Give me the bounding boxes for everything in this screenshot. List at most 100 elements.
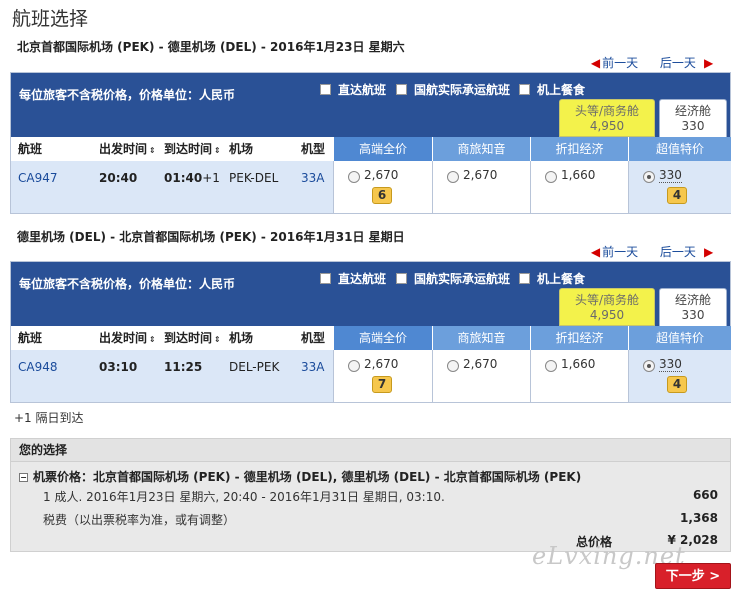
inbound-panel-bar: 每位旅客不含税价格，价格单位：人民币 直达航班 国航实际承运航班 机上餐食 头等…: [11, 262, 730, 326]
fare-header-special[interactable]: 超值特价: [628, 326, 731, 350]
arrive-time: 11:25: [164, 360, 203, 374]
col-depart[interactable]: 出发时间 ⇕: [99, 326, 156, 350]
fare-price: 330: [659, 168, 682, 183]
inbound-next-day-link[interactable]: 后一天: [660, 245, 696, 259]
col-flight: 航班: [18, 331, 43, 345]
fare-price: 1,660: [561, 168, 596, 182]
outbound-panel: 每位旅客不含税价格，价格单位：人民币 直达航班 国航实际承运航班 机上餐食 头等…: [10, 72, 731, 214]
inbound-prev-day-link[interactable]: ◀ 前一天: [591, 245, 638, 259]
cabin-tab-first[interactable]: 头等/商务舱 4,950: [559, 288, 655, 326]
next-arrow-icon: ◀: [703, 56, 713, 70]
checkbox-icon[interactable]: [320, 273, 331, 284]
fare-radio[interactable]: [447, 171, 459, 183]
fare-header-special[interactable]: 超值特价: [628, 137, 731, 161]
seats-left-badge: 4: [667, 187, 687, 204]
outbound-grid: 航班 出发时间 ⇕ 到达时间 ⇕ 机场 机型 高端全价 商旅知音 折扣经济 超值特价…: [11, 137, 731, 213]
fare-radio[interactable]: [348, 171, 360, 183]
next-day-note: +1 隔日到达: [14, 411, 84, 425]
filter-direct[interactable]: 直达航班: [320, 81, 386, 98]
tax-price: 1,368: [680, 511, 718, 525]
depart-time: 03:10: [99, 360, 138, 374]
fare-price: 2,670: [364, 357, 399, 371]
col-flight: 航班: [18, 142, 43, 156]
cabin-tab-economy[interactable]: 经济舱 330: [659, 288, 727, 326]
prev-arrow-icon: ◀: [590, 56, 601, 70]
ticket-price-line[interactable]: − 机票价格：北京首都国际机场 (PEK) - 德里机场 (DEL), 德里机场 …: [19, 468, 581, 485]
depart-time: 20:40: [99, 171, 138, 185]
fare-cell-special[interactable]: 330 4: [628, 350, 731, 402]
fare-radio[interactable]: [545, 171, 557, 183]
filter-meal[interactable]: 机上餐食: [519, 81, 585, 98]
col-model: 机型: [301, 142, 326, 156]
price-note: 每位旅客不含税价格，价格单位：人民币: [19, 88, 236, 102]
filter-air-china[interactable]: 国航实际承运航班: [396, 81, 510, 98]
filter-air-china[interactable]: 国航实际承运航班: [396, 270, 510, 287]
fare-radio[interactable]: [545, 360, 557, 372]
outbound-route-heading: 北京首都国际机场 (PEK) - 德里机场 (DEL) - 2016年1月23日…: [17, 40, 405, 54]
passenger-line: 1 成人. 2016年1月23日 星期六, 20:40 - 2016年1月31日…: [43, 490, 445, 504]
fare-radio-selected[interactable]: [643, 171, 655, 183]
fare-cell-special[interactable]: 330 4: [628, 161, 731, 213]
flight-number[interactable]: CA947: [18, 171, 58, 185]
inbound-grid: 航班 出发时间 ⇕ 到达时间 ⇕ 机场 机型 高端全价 商旅知音 折扣经济 超值特价…: [11, 326, 731, 402]
cabin-tab-economy[interactable]: 经济舱 330: [659, 99, 727, 137]
seats-left-badge: 4: [667, 376, 687, 393]
fare-radio-selected[interactable]: [643, 360, 655, 372]
fare-header-premium[interactable]: 高端全价: [333, 137, 432, 161]
inbound-route-heading: 德里机场 (DEL) - 北京首都国际机场 (PEK) - 2016年1月31日…: [17, 230, 405, 244]
fare-header-discount[interactable]: 折扣经济: [530, 137, 628, 161]
fare-cell-discount[interactable]: 1,660: [530, 161, 628, 213]
outbound-day-nav: ◀ 前一天 后一天 ◀: [573, 54, 715, 71]
cabin-tab-first[interactable]: 头等/商务舱 4,950: [559, 99, 655, 137]
fare-header-discount[interactable]: 折扣经济: [530, 326, 628, 350]
fare-cell-premium[interactable]: 2,670 7: [333, 350, 432, 402]
checkbox-icon[interactable]: [396, 84, 407, 95]
col-arrive[interactable]: 到达时间 ⇕: [164, 326, 221, 350]
col-arrive[interactable]: 到达时间 ⇕: [164, 137, 221, 161]
price-note: 每位旅客不含税价格，价格单位：人民币: [19, 277, 236, 291]
sort-icon: ⇕: [214, 335, 221, 344]
inbound-panel: 每位旅客不含税价格，价格单位：人民币 直达航班 国航实际承运航班 机上餐食 头等…: [10, 261, 731, 403]
flight-row: CA947 20:40 01:40+1 PEK-DEL 33A 2,670 6 …: [11, 161, 731, 213]
summary-title: 您的选择: [11, 439, 730, 462]
outbound-next-day-link[interactable]: 后一天: [660, 56, 696, 70]
flight-number[interactable]: CA948: [18, 360, 58, 374]
collapse-icon[interactable]: −: [19, 473, 28, 482]
fare-header-premium[interactable]: 高端全价: [333, 326, 432, 350]
fare-radio[interactable]: [447, 360, 459, 372]
selection-summary: 您的选择 − 机票价格：北京首都国际机场 (PEK) - 德里机场 (DEL), …: [10, 438, 731, 552]
passenger-price: 660: [692, 488, 718, 502]
fare-cell-business[interactable]: 2,670: [432, 161, 530, 213]
fare-cell-discount[interactable]: 1,660: [530, 350, 628, 402]
sort-icon: ⇕: [214, 146, 221, 155]
next-step-button[interactable]: 下一步 >: [655, 563, 731, 589]
filter-direct[interactable]: 直达航班: [320, 270, 386, 287]
aircraft-model[interactable]: 33A: [301, 360, 324, 374]
col-airports: 机场: [229, 142, 254, 156]
outbound-prev-day-link[interactable]: ◀ 前一天: [591, 56, 638, 70]
fare-price: 2,670: [463, 168, 498, 182]
filter-meal[interactable]: 机上餐食: [519, 270, 585, 287]
next-arrow-icon: ◀: [703, 245, 713, 259]
checkbox-icon[interactable]: [519, 84, 530, 95]
checkbox-icon[interactable]: [519, 273, 530, 284]
fare-cell-business[interactable]: 2,670: [432, 350, 530, 402]
aircraft-model[interactable]: 33A: [301, 171, 324, 185]
fare-header-business[interactable]: 商旅知音: [432, 326, 530, 350]
header-row: 航班 出发时间 ⇕ 到达时间 ⇕ 机场 机型 高端全价 商旅知音 折扣经济 超值特价: [11, 137, 731, 161]
fare-price: 330: [659, 357, 682, 372]
fare-header-business[interactable]: 商旅知音: [432, 137, 530, 161]
fare-cell-premium[interactable]: 2,670 6: [333, 161, 432, 213]
fare-radio[interactable]: [348, 360, 360, 372]
airports: DEL-PEK: [229, 360, 280, 374]
flight-row: CA948 03:10 11:25 DEL-PEK 33A 2,670 7 2,…: [11, 350, 731, 402]
airports: PEK-DEL: [229, 171, 279, 185]
checkbox-icon[interactable]: [396, 273, 407, 284]
prev-arrow-icon: ◀: [590, 245, 601, 259]
sort-icon: ⇕: [149, 146, 156, 155]
checkbox-icon[interactable]: [320, 84, 331, 95]
col-depart[interactable]: 出发时间 ⇕: [99, 137, 156, 161]
fare-price: 2,670: [364, 168, 399, 182]
arrive-time: 01:40+1: [164, 171, 220, 185]
col-model: 机型: [301, 331, 326, 345]
